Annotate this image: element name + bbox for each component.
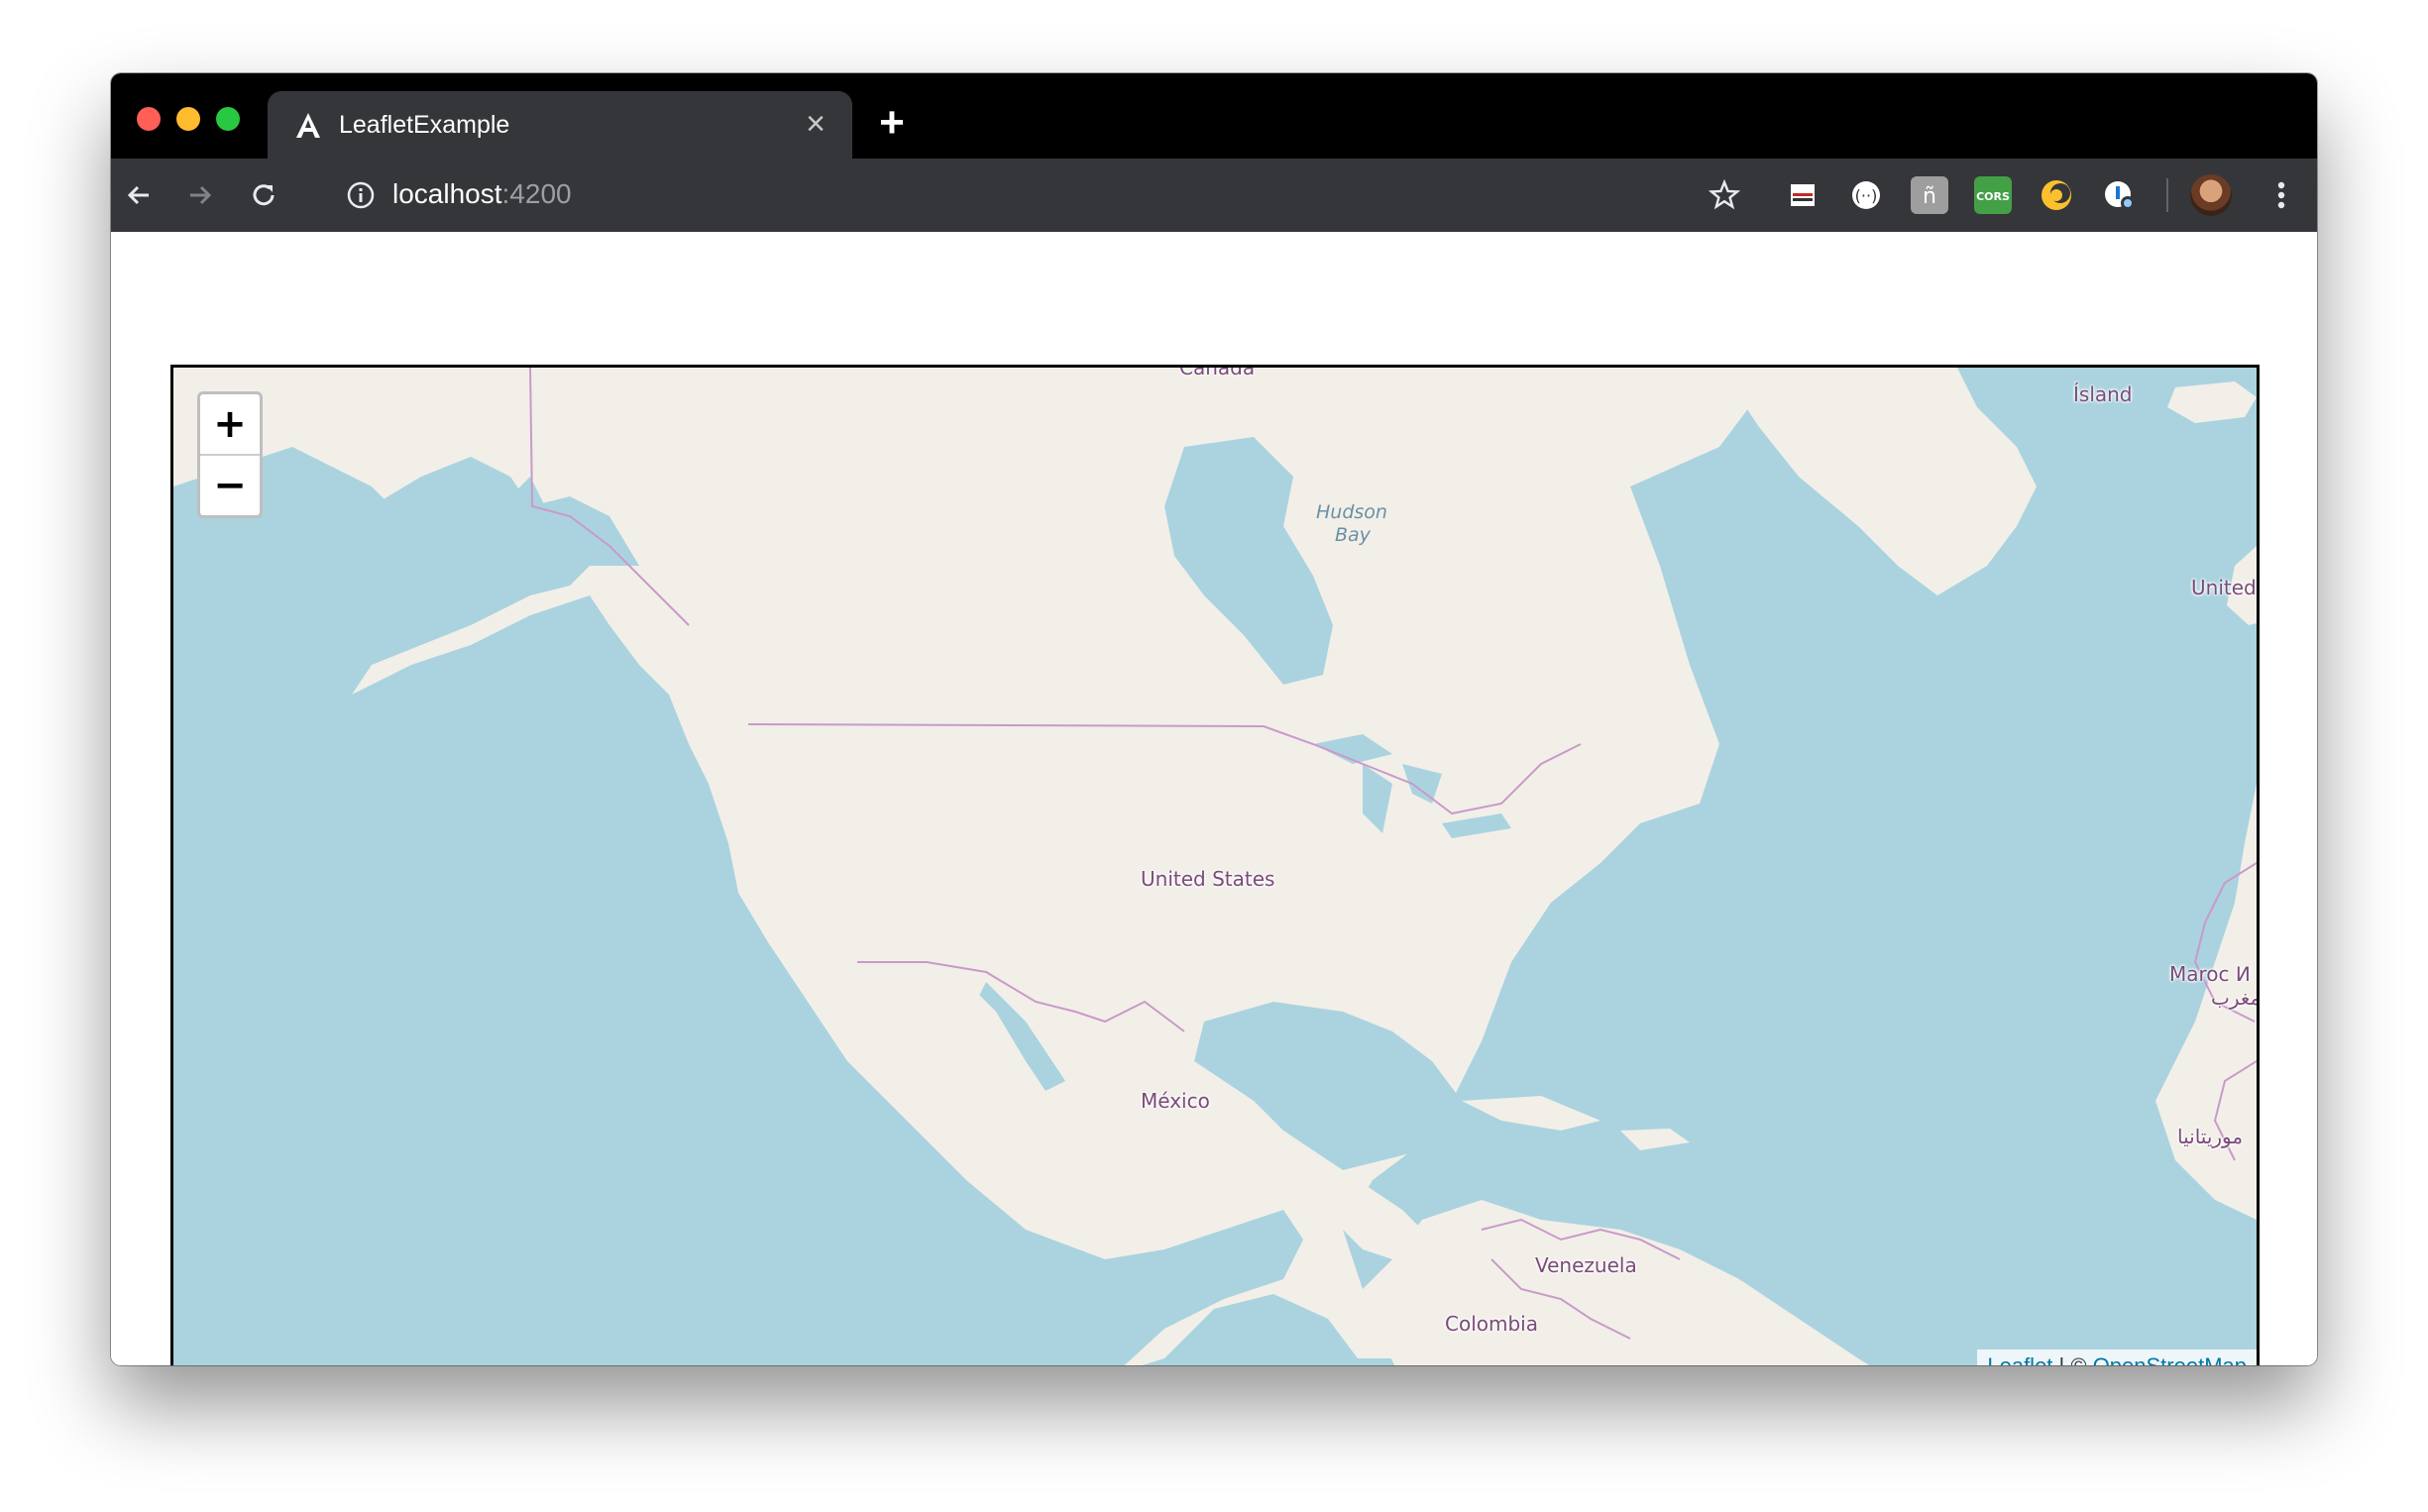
map-label-hudson-1: Hudson: [1316, 501, 1387, 523]
zoom-control: + −: [197, 391, 263, 518]
map-label-venezuela: Venezuela: [1535, 1253, 1637, 1277]
reload-icon[interactable]: [244, 175, 283, 215]
more-vert-icon[interactable]: [2263, 176, 2299, 214]
tab-strip: LeafletExample × +: [111, 73, 2317, 159]
map-label-mexico: México: [1141, 1089, 1210, 1113]
forward-arrow-icon[interactable]: [180, 175, 220, 215]
browser-toolbar: localhost:4200 (··) ñ CORS: [111, 159, 2317, 232]
browser-window: LeafletExample × + localhost:4200 (··) ñ…: [111, 73, 2317, 1365]
map-label-morocco-ar: المغرب: [2211, 986, 2257, 1010]
extension-icon-6[interactable]: [2101, 176, 2139, 214]
map-label-canada: Canada: [1179, 365, 1256, 379]
info-icon[interactable]: [343, 177, 379, 213]
cors-extension-icon[interactable]: CORS: [1974, 176, 2012, 214]
map-label-hudson-2: Bay: [1335, 524, 1371, 546]
map-label-morocco: Maroc ⵍ: [2169, 962, 2251, 986]
map-label-island: Ísland: [2073, 382, 2133, 406]
map-label-mauritania: موريتانيا: [2177, 1125, 2244, 1148]
toolbar-divider: [2166, 178, 2168, 212]
openstreetmap-link[interactable]: OpenStreetMap: [2093, 1353, 2247, 1365]
star-icon[interactable]: [1705, 175, 1744, 215]
map-label-united-kingdom: United: [2191, 576, 2257, 599]
extension-icon-1[interactable]: [1784, 176, 1821, 214]
close-window-button[interactable]: [137, 107, 161, 131]
extension-icon-2[interactable]: (··): [1847, 176, 1885, 214]
zoom-in-button[interactable]: +: [200, 394, 260, 456]
minimize-window-button[interactable]: [176, 107, 200, 131]
map-label-united-states: United States: [1141, 867, 1275, 891]
angular-icon: [296, 113, 320, 138]
profile-avatar[interactable]: [2190, 174, 2232, 216]
tab-leafletexample[interactable]: LeafletExample ×: [268, 91, 852, 159]
back-arrow-icon[interactable]: [119, 175, 159, 215]
attribution-separator: | ©: [2052, 1353, 2092, 1365]
map-label-colombia: Colombia: [1445, 1312, 1538, 1336]
svg-text:ñ: ñ: [1923, 184, 1936, 209]
leaflet-link[interactable]: Leaflet: [1987, 1353, 2052, 1365]
maximize-window-button[interactable]: [216, 107, 240, 131]
svg-text:CORS: CORS: [1976, 190, 2010, 203]
map-attribution: Leaflet | © OpenStreetMap: [1977, 1350, 2257, 1365]
plus-icon[interactable]: +: [870, 101, 914, 145]
url-port: :4200: [501, 178, 572, 209]
extension-icon-3[interactable]: ñ: [1911, 176, 1948, 214]
url-host: localhost: [392, 178, 502, 209]
leaflet-map[interactable]: + − Canada Hudson Bay United States Méxi…: [170, 365, 2260, 1365]
close-icon[interactable]: ×: [799, 107, 832, 141]
svg-text:(··): (··): [1855, 186, 1878, 205]
tab-title: LeafletExample: [339, 111, 510, 139]
zoom-out-button[interactable]: −: [200, 456, 260, 515]
page-viewport: + − Canada Hudson Bay United States Méxi…: [111, 232, 2317, 1365]
address-bar[interactable]: localhost:4200: [392, 178, 572, 210]
extension-icon-5[interactable]: [2038, 176, 2075, 214]
